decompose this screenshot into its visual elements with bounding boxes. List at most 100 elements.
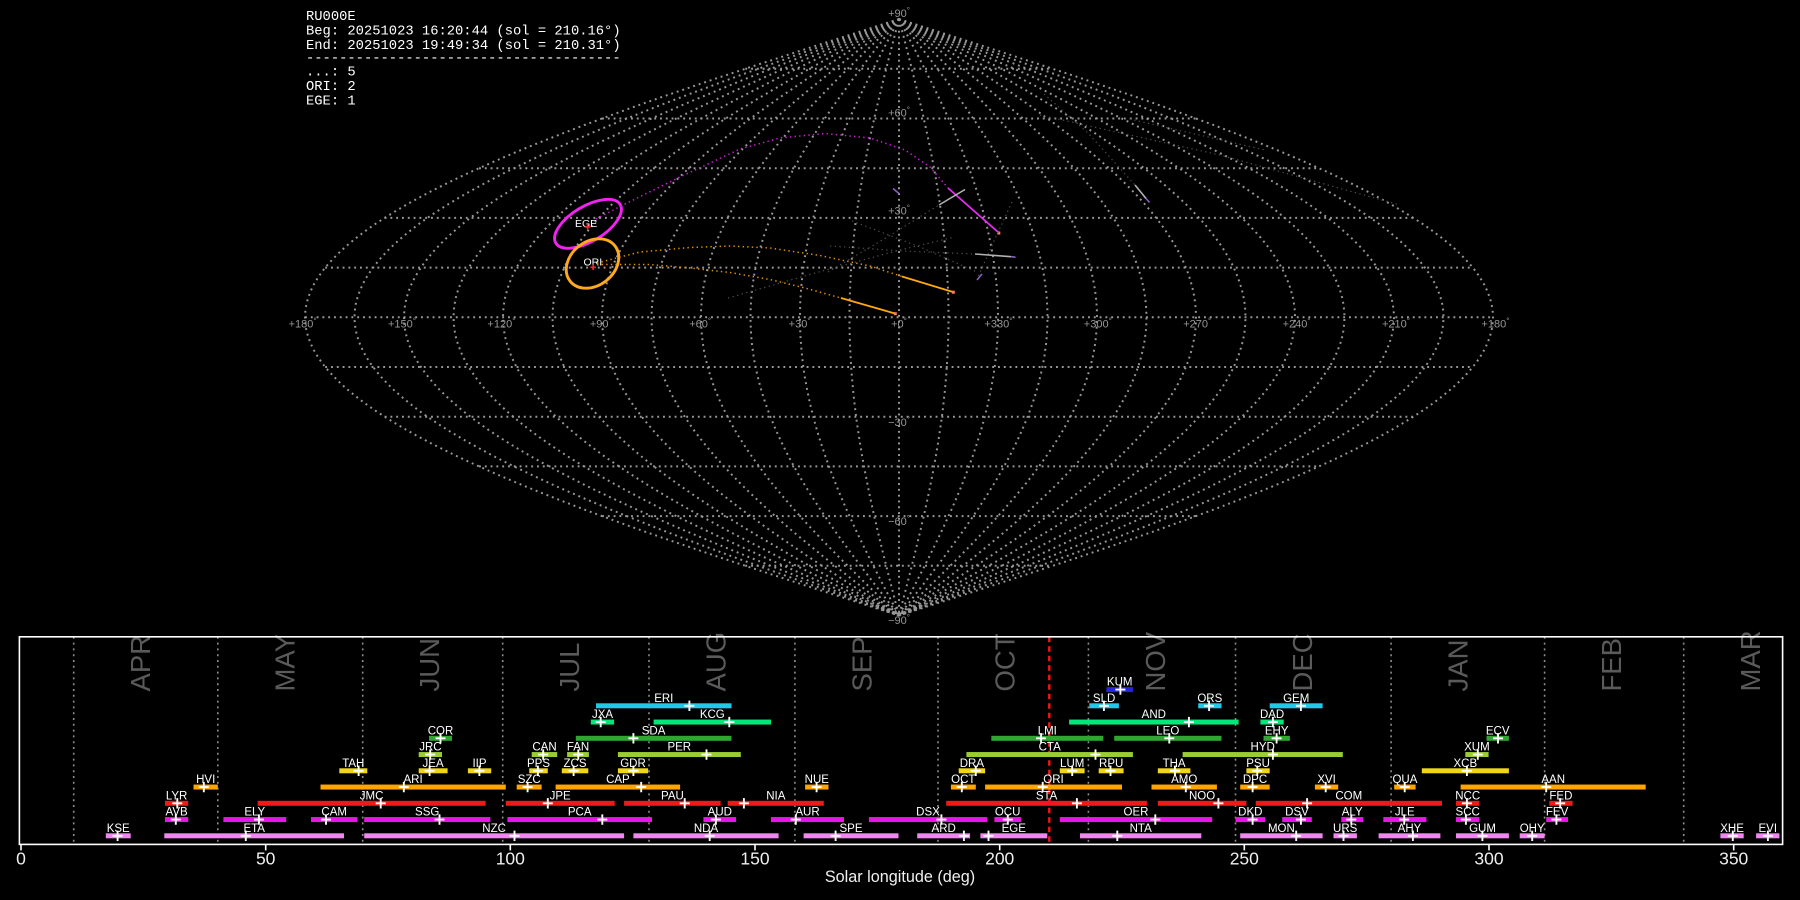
- svg-text:OER: OER: [1124, 807, 1149, 819]
- svg-text:AUD: AUD: [708, 807, 732, 819]
- svg-text:DAD: DAD: [1260, 709, 1284, 721]
- svg-text:NDA: NDA: [694, 823, 719, 835]
- svg-text:+150°: +150°: [388, 316, 416, 330]
- svg-text:LMI: LMI: [1038, 725, 1057, 737]
- svg-text:GEM: GEM: [1283, 693, 1309, 705]
- svg-text:JRC: JRC: [419, 742, 441, 754]
- svg-text:DEC: DEC: [1287, 633, 1318, 691]
- svg-text:NTA: NTA: [1130, 823, 1152, 835]
- svg-text:+240°: +240°: [1283, 316, 1311, 330]
- svg-text:NIA: NIA: [766, 790, 786, 802]
- svg-text:COR: COR: [428, 725, 454, 737]
- svg-text:KCG: KCG: [700, 709, 725, 721]
- svg-text:+30°: +30°: [789, 316, 811, 330]
- svg-text:CAN: CAN: [532, 742, 556, 754]
- svg-text:+30°: +30°: [888, 204, 910, 218]
- svg-text:CAM: CAM: [321, 807, 347, 819]
- svg-text:AUR: AUR: [795, 807, 819, 819]
- svg-text:ZCS: ZCS: [564, 758, 587, 770]
- svg-text:OCT: OCT: [990, 633, 1021, 691]
- svg-text:OCU: OCU: [995, 807, 1021, 819]
- svg-text:FAN: FAN: [567, 742, 589, 754]
- svg-text:+270°: +270°: [1183, 316, 1211, 330]
- svg-text:ORS: ORS: [1197, 693, 1222, 705]
- svg-text:50: 50: [256, 849, 276, 869]
- svg-text:AHY: AHY: [1398, 823, 1422, 835]
- svg-text:FED: FED: [1549, 790, 1572, 802]
- svg-text:XHE: XHE: [1720, 823, 1744, 835]
- svg-text:PCA: PCA: [568, 807, 592, 819]
- svg-text:NUE: NUE: [805, 774, 830, 786]
- svg-text:+180°: +180°: [1481, 316, 1509, 330]
- svg-text:------------------------------: --------------------------------------: [306, 51, 621, 66]
- svg-text:PPS: PPS: [527, 758, 550, 770]
- svg-text:LUM: LUM: [1060, 758, 1084, 770]
- svg-text:DRA: DRA: [960, 758, 985, 770]
- svg-text:SSG: SSG: [415, 807, 439, 819]
- svg-text:FEV: FEV: [1546, 807, 1569, 819]
- svg-text:−30°: −30°: [888, 415, 910, 429]
- svg-text:ELY: ELY: [244, 807, 265, 819]
- svg-text:+120°: +120°: [487, 316, 515, 330]
- svg-text:JMC: JMC: [360, 790, 384, 802]
- svg-text:JXA: JXA: [592, 709, 613, 721]
- svg-text:CTA: CTA: [1039, 742, 1061, 754]
- svg-text:JLE: JLE: [1395, 807, 1415, 819]
- svg-text:TAH: TAH: [342, 758, 364, 770]
- svg-text:APR: APR: [125, 635, 156, 692]
- svg-text:SPE: SPE: [839, 823, 862, 835]
- svg-text:100: 100: [496, 849, 525, 869]
- svg-text:+90°: +90°: [590, 316, 612, 330]
- svg-text:AND: AND: [1142, 709, 1166, 721]
- svg-text:NOO: NOO: [1189, 790, 1215, 802]
- svg-text:0: 0: [16, 849, 26, 869]
- svg-text:IIP: IIP: [472, 758, 486, 770]
- svg-text:ETA: ETA: [243, 823, 265, 835]
- svg-text:KUM: KUM: [1107, 677, 1133, 689]
- svg-text:PER: PER: [667, 742, 691, 754]
- svg-text:RU000E: RU000E: [306, 10, 356, 25]
- svg-text:JEA: JEA: [423, 758, 444, 770]
- svg-text:ARI: ARI: [404, 774, 423, 786]
- svg-text:STA: STA: [1036, 790, 1058, 802]
- svg-text:AAN: AAN: [1541, 774, 1565, 786]
- svg-text:350: 350: [1719, 849, 1748, 869]
- svg-text:XVI: XVI: [1317, 774, 1336, 786]
- svg-text:LYR: LYR: [166, 790, 188, 802]
- svg-text:SZC: SZC: [518, 774, 541, 786]
- svg-text:ALY: ALY: [1342, 807, 1363, 819]
- svg-text:250: 250: [1230, 849, 1259, 869]
- svg-text:Solar longitude (deg): Solar longitude (deg): [825, 868, 975, 886]
- svg-text:+60°: +60°: [689, 316, 711, 330]
- svg-text:COM: COM: [1335, 790, 1362, 802]
- svg-text:DPC: DPC: [1243, 774, 1267, 786]
- svg-text:HVI: HVI: [196, 774, 215, 786]
- svg-text:−90°: −90°: [888, 613, 910, 627]
- svg-text:ERI: ERI: [654, 693, 673, 705]
- svg-text:−60°: −60°: [888, 514, 910, 528]
- svg-text:300: 300: [1474, 849, 1503, 869]
- svg-text:URS: URS: [1333, 823, 1358, 835]
- svg-text:OCT: OCT: [951, 774, 975, 786]
- svg-text:PSU: PSU: [1246, 758, 1270, 770]
- svg-text:MON: MON: [1268, 823, 1295, 835]
- svg-text:EGE: EGE: [575, 218, 597, 230]
- svg-text:+210°: +210°: [1382, 316, 1410, 330]
- svg-text:HYD: HYD: [1251, 742, 1275, 754]
- svg-text:200: 200: [985, 849, 1014, 869]
- svg-text:Beg: 20251023 16:20:44 (sol =: Beg: 20251023 16:20:44 (sol = 210.16°): [306, 23, 621, 39]
- svg-text:NOV: NOV: [1140, 631, 1171, 691]
- svg-text:GUM: GUM: [1469, 823, 1496, 835]
- svg-text:JUN: JUN: [414, 638, 445, 691]
- svg-text:DSV: DSV: [1285, 807, 1309, 819]
- svg-text:CAP: CAP: [606, 774, 630, 786]
- svg-text:DKD: DKD: [1238, 807, 1262, 819]
- svg-text:LEO: LEO: [1156, 725, 1179, 737]
- svg-text:EGE: EGE: [1002, 823, 1027, 835]
- svg-text:AMO: AMO: [1171, 774, 1197, 786]
- svg-text:ECV: ECV: [1486, 725, 1510, 737]
- svg-text:ORI: 2: ORI: 2: [306, 80, 356, 95]
- svg-text:JAN: JAN: [1443, 640, 1474, 692]
- svg-text:SEP: SEP: [846, 636, 877, 691]
- svg-text:GDR: GDR: [620, 758, 646, 770]
